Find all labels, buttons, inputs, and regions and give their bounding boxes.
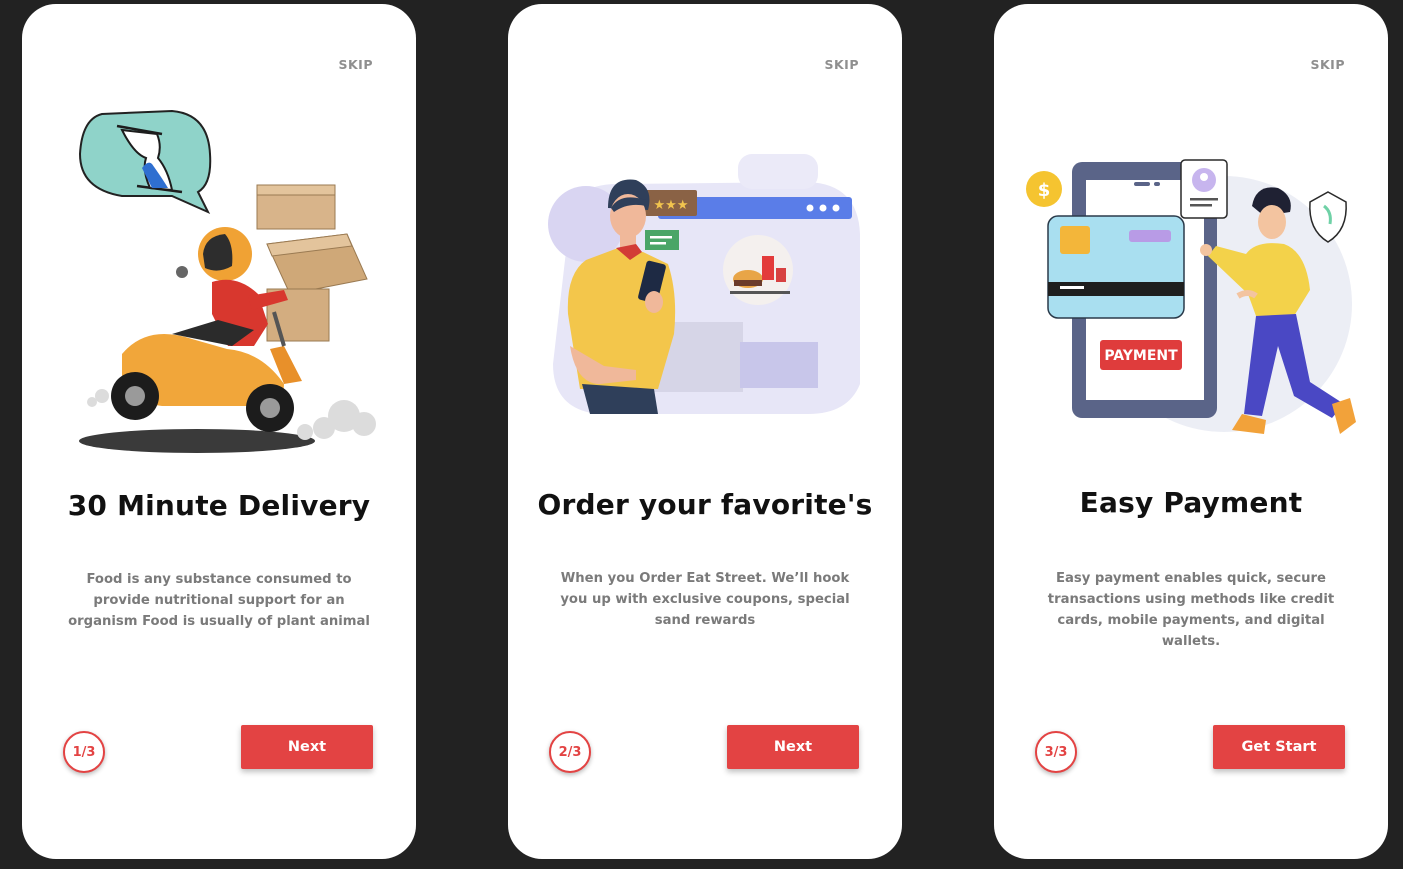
step-indicator: 2/3 — [549, 731, 591, 773]
onboarding-screen-3: SKIP $ PAYMENT Easy Payment Easy payment… — [994, 4, 1388, 859]
next-button[interactable]: Next — [241, 725, 373, 769]
payment-card-label: PAYMENT — [1104, 348, 1178, 364]
payment-illustration: $ PAYMENT — [1026, 159, 1356, 434]
get-start-button[interactable]: Get Start — [1213, 725, 1345, 769]
step-indicator: 1/3 — [63, 731, 105, 773]
food-order-illustration: ★★★ — [548, 154, 860, 414]
skip-button[interactable]: SKIP — [338, 57, 373, 72]
screen-description: When you Order Eat Street. We’ll hook yo… — [560, 571, 850, 628]
skip-button[interactable]: SKIP — [824, 57, 859, 72]
next-button[interactable]: Next — [727, 725, 859, 769]
onboarding-screen-2: SKIP ★★★ Order your favorite's When you … — [508, 4, 902, 859]
screen-title: Easy Payment — [1079, 486, 1303, 519]
screen-title: 30 Minute Delivery — [67, 489, 371, 522]
onboarding-screen-1: SKIP 30 Minute Delivery Food is any subs… — [22, 4, 416, 859]
svg-text:$: $ — [1038, 180, 1051, 201]
screen-description: Food is any substance consumed to provid… — [68, 572, 370, 629]
skip-button[interactable]: SKIP — [1310, 57, 1345, 72]
screen-title: Order your favorite's — [537, 488, 873, 521]
svg-text:★★★: ★★★ — [654, 198, 689, 213]
delivery-scooter-illustration — [78, 109, 376, 453]
step-indicator: 3/3 — [1035, 731, 1077, 773]
screen-description: Easy payment enables quick, secure trans… — [1047, 571, 1335, 649]
